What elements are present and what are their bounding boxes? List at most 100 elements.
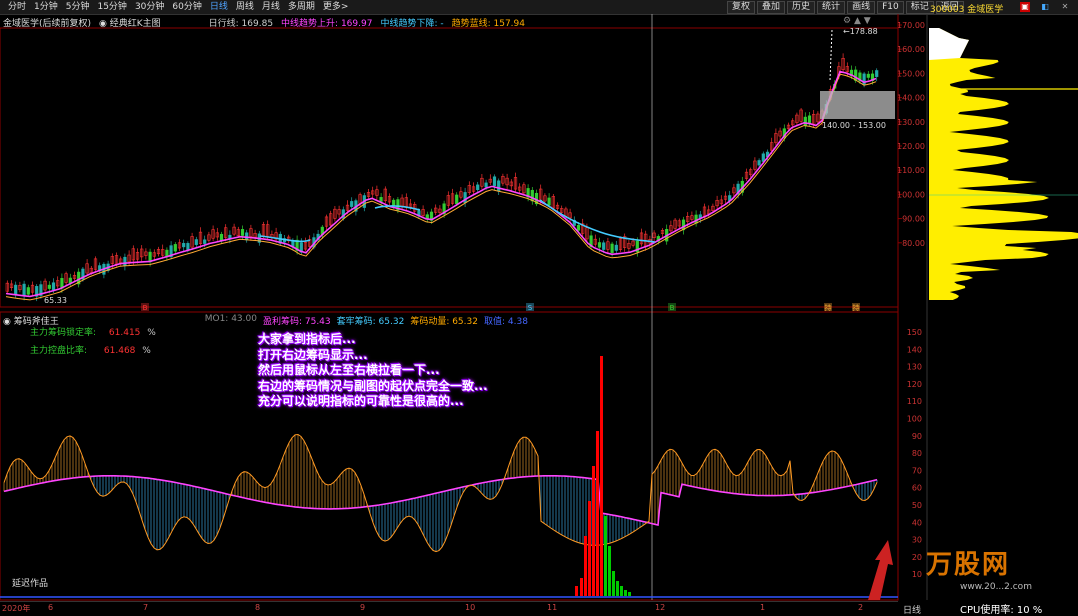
chip-volume-bar	[616, 581, 619, 596]
candle	[610, 243, 614, 253]
date-tick-9: 2	[858, 603, 864, 612]
sub-y-tick-label: 140	[907, 345, 922, 354]
sub-y-tick-label: 100	[907, 415, 922, 424]
date-tick-3: 8	[255, 603, 261, 612]
candle	[22, 283, 26, 296]
candle	[757, 160, 761, 166]
chip-volume-bar	[596, 431, 599, 596]
chip-volume-bar	[604, 516, 607, 596]
candle	[68, 277, 72, 284]
candle	[803, 116, 807, 126]
high-dash	[829, 29, 833, 81]
date-tick-5: 10	[465, 603, 476, 612]
main-y-tick-label: 160.00	[897, 45, 925, 54]
sub-y-tick-label: 50	[912, 501, 922, 510]
candle	[182, 243, 186, 248]
candle	[203, 239, 207, 244]
watermark-logo: 万股网 www.20...2.com	[926, 550, 1032, 592]
low-price-label: 65.33	[44, 296, 67, 305]
date-axis: 2020年 6 7 8 9 10 11 12 1 2	[0, 601, 898, 614]
main-chart[interactable]: 170.00 160.00 150.00 140.00 130.00 120.00 110.…	[0, 0, 1078, 613]
ma-magenta-line	[5, 70, 877, 298]
sub-indicator-value-0: MO1: 43.00	[204, 314, 257, 324]
cpu-usage: CPU使用率: 10 %	[960, 605, 1043, 616]
date-tick-4: 9	[360, 603, 366, 612]
candle	[51, 282, 56, 290]
candle	[761, 153, 765, 162]
signal-marker: 持	[853, 303, 860, 312]
candle	[173, 244, 177, 252]
control-rate-row: 主力控盘比率: 61.468 %	[30, 346, 151, 356]
candle	[26, 287, 30, 295]
sub-y-tick-label: 110	[907, 397, 922, 406]
main-y-tick-label: 170.00	[897, 21, 925, 30]
arrow-icon	[868, 540, 893, 600]
candle	[194, 239, 198, 245]
annotation-text: 大家拿到指标后... 打开右边筹码显示... 然后用鼠标从左至右横拉看一下... 右边…	[258, 332, 488, 410]
sub-y-tick-label: 90	[912, 432, 922, 441]
sub-indicator-value-2: 套牢筹码: 65.32	[336, 317, 405, 327]
price-range-box	[820, 91, 895, 119]
candle	[245, 232, 249, 241]
signal-marker: B	[143, 304, 148, 312]
candle	[123, 256, 127, 266]
annotation-line-0: 大家拿到指标后...	[258, 332, 356, 346]
main-y-tick-label: 150.00	[897, 69, 925, 78]
chip-distribution	[929, 28, 1078, 300]
candle	[14, 284, 18, 296]
chip-volume-bar	[608, 546, 611, 596]
chip-volume-bar	[592, 466, 595, 596]
candle	[602, 242, 606, 250]
candle	[219, 233, 224, 241]
ma-orange-line	[5, 73, 877, 301]
author-label: 延迟作品	[12, 579, 49, 589]
date-tick-1: 6	[48, 603, 54, 612]
sub-indicator-value-4: 取值: 4.38	[483, 317, 528, 327]
chip-volume-bar	[575, 586, 578, 596]
sub-y-tick-label: 60	[912, 484, 922, 493]
candle	[576, 225, 581, 231]
chip-volume-bar	[628, 592, 631, 596]
chip-volume-bar	[612, 571, 615, 596]
sub-y-tick-label: 130	[907, 363, 922, 372]
chip-volume-bar	[580, 578, 583, 596]
candle	[492, 176, 497, 187]
candle	[350, 201, 354, 207]
sub-indicator-value-3: 筹码动量: 65.32	[410, 317, 478, 327]
candle	[186, 243, 190, 251]
sub-y-tick-label: 80	[912, 449, 922, 458]
date-tick-0: 2020年	[2, 604, 31, 613]
main-y-tick-label: 100.00	[897, 190, 925, 199]
annotation-line-3: 右边的筹码情况与副图的起伏点完全一致...	[258, 378, 488, 393]
chip-distribution-profit	[929, 28, 969, 60]
candle	[854, 69, 858, 81]
range-box-label: 140.00 - 153.00	[822, 121, 886, 130]
candle	[47, 284, 51, 289]
candle	[484, 182, 488, 188]
main-y-tick-label: 80.00	[902, 239, 925, 248]
sub-y-tick-label: 120	[907, 380, 922, 389]
candle	[476, 184, 480, 191]
candle	[694, 214, 698, 224]
signal-marker: 持	[825, 303, 832, 312]
candle	[392, 199, 396, 207]
candle	[547, 197, 551, 206]
date-tick-2: 7	[143, 603, 149, 612]
candle	[807, 115, 812, 124]
period-indicator: 日线	[903, 606, 922, 616]
chip-volume-bar	[624, 590, 627, 596]
chip-volume-bar	[620, 586, 623, 596]
signal-marker: B	[670, 304, 675, 312]
lock-rate-row: 主力筹码锁定率: 61.415 %	[30, 328, 156, 338]
candle	[866, 73, 870, 78]
chip-volume-bar	[600, 356, 603, 596]
chip-volume-bar	[584, 536, 587, 596]
candle	[530, 189, 534, 202]
main-y-tick-label: 90.00	[902, 215, 925, 224]
sub-y-tick-label: 40	[912, 518, 922, 527]
candle	[240, 229, 245, 236]
main-y-tick-label: 140.00	[897, 94, 925, 103]
date-tick-7: 12	[655, 603, 666, 612]
annotation-line-2: 然后用鼠标从左至右横拉看一下...	[258, 363, 440, 377]
high-price-label: ←178.88	[843, 27, 878, 36]
